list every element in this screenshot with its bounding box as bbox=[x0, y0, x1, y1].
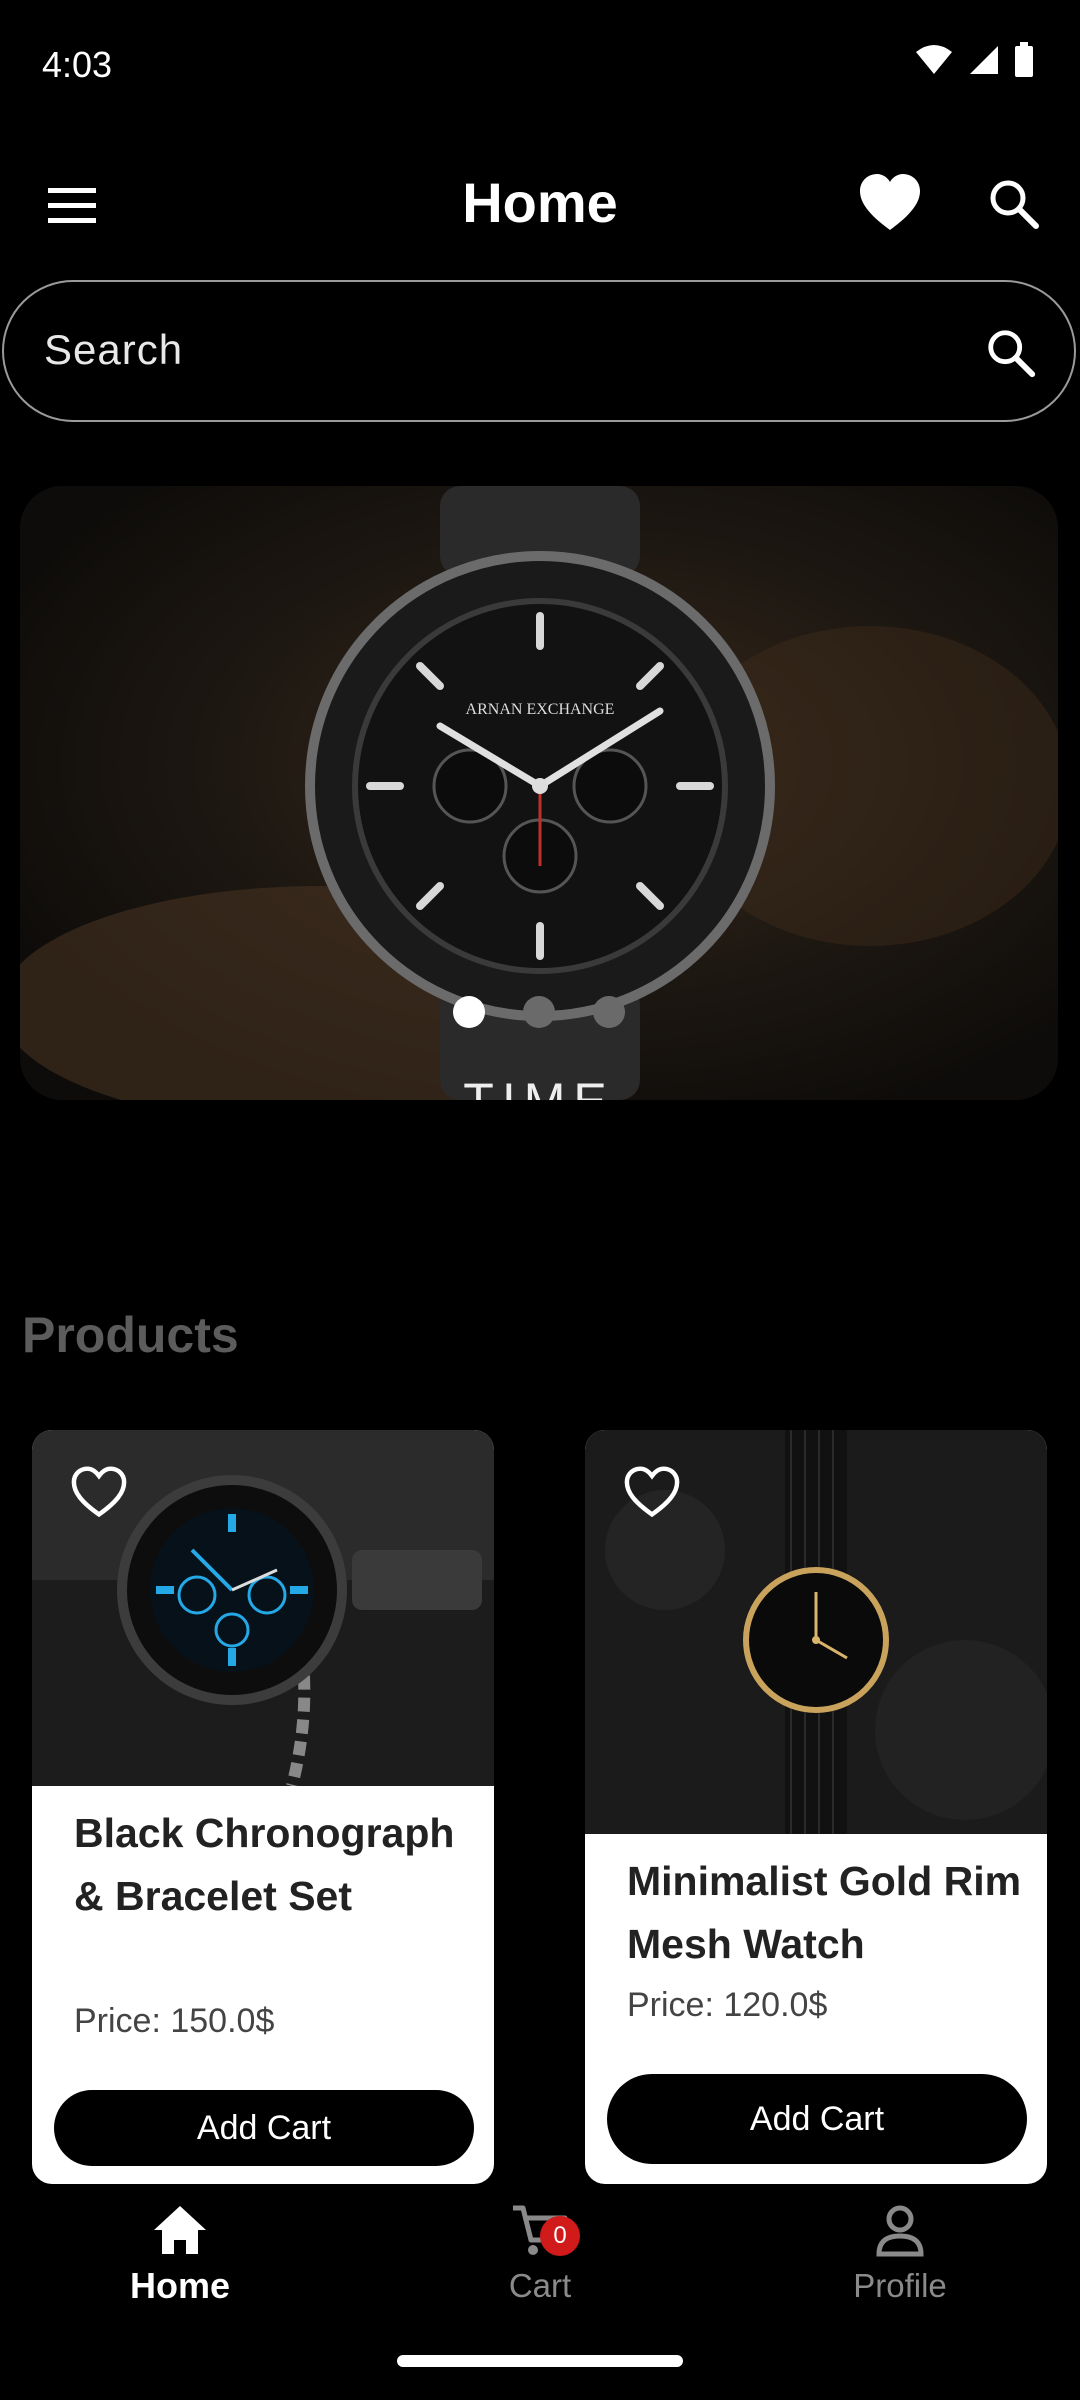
product-price: Price: 120.0$ bbox=[627, 1986, 828, 2024]
product-card[interactable]: Black Chronograph & Bracelet Set Price: … bbox=[32, 1430, 494, 2184]
svg-text:ARNAN EXCHANGE: ARNAN EXCHANGE bbox=[466, 701, 615, 718]
nav-label-home: Home bbox=[129, 2265, 231, 2306]
banner-caption: TIME bbox=[20, 1072, 1058, 1100]
product-card[interactable]: Minimalist Gold Rim Mesh Watch Price: 12… bbox=[585, 1430, 1047, 2184]
nav-label-profile: Profile bbox=[853, 2267, 947, 2304]
search-icon[interactable] bbox=[986, 176, 1042, 232]
status-icons bbox=[914, 42, 1034, 78]
cart-badge: 0 bbox=[540, 2216, 580, 2256]
carousel-dot[interactable] bbox=[593, 996, 625, 1028]
carousel-indicator bbox=[20, 996, 1058, 1028]
add-cart-button[interactable]: Add Cart bbox=[54, 2090, 474, 2166]
favorite-heart-icon[interactable] bbox=[70, 1466, 128, 1518]
battery-icon bbox=[1015, 42, 1033, 77]
carousel-dot[interactable] bbox=[453, 996, 485, 1028]
search-placeholder: Search bbox=[44, 326, 184, 373]
home-indicator[interactable] bbox=[397, 2355, 683, 2367]
nav-item-profile[interactable]: Profile bbox=[800, 2204, 1000, 2305]
add-cart-button[interactable]: Add Cart bbox=[607, 2074, 1027, 2164]
signal-icon bbox=[970, 46, 998, 74]
status-time: 4:03 bbox=[42, 44, 113, 85]
search-icon[interactable] bbox=[984, 326, 1038, 380]
status-bar: 4:03 bbox=[0, 0, 1080, 130]
app-bar: Home bbox=[0, 150, 1080, 260]
bottom-navigation: Home 0 Cart Profile bbox=[0, 2184, 1080, 2400]
product-name: Minimalist Gold Rim Mesh Watch bbox=[627, 1858, 1022, 1967]
carousel-dot[interactable] bbox=[523, 996, 555, 1028]
favorite-heart-icon[interactable] bbox=[623, 1466, 681, 1518]
favorites-heart-icon[interactable] bbox=[858, 172, 922, 236]
product-name: Black Chronograph & Bracelet Set bbox=[74, 1810, 455, 1919]
nav-item-home[interactable]: Home bbox=[80, 2204, 280, 2307]
product-price: Price: 150.0$ bbox=[74, 2002, 275, 2040]
profile-icon bbox=[876, 2205, 924, 2257]
search-input[interactable]: Search bbox=[2, 280, 1076, 422]
home-icon bbox=[154, 2206, 206, 2254]
nav-label-cart: Cart bbox=[508, 2267, 572, 2304]
wifi-icon bbox=[916, 45, 952, 74]
banner-carousel[interactable]: ARNAN EXCHANGE TIME bbox=[20, 486, 1058, 1100]
nav-item-cart[interactable]: 0 Cart bbox=[440, 2204, 640, 2305]
products-section-title: Products bbox=[22, 1307, 239, 1363]
